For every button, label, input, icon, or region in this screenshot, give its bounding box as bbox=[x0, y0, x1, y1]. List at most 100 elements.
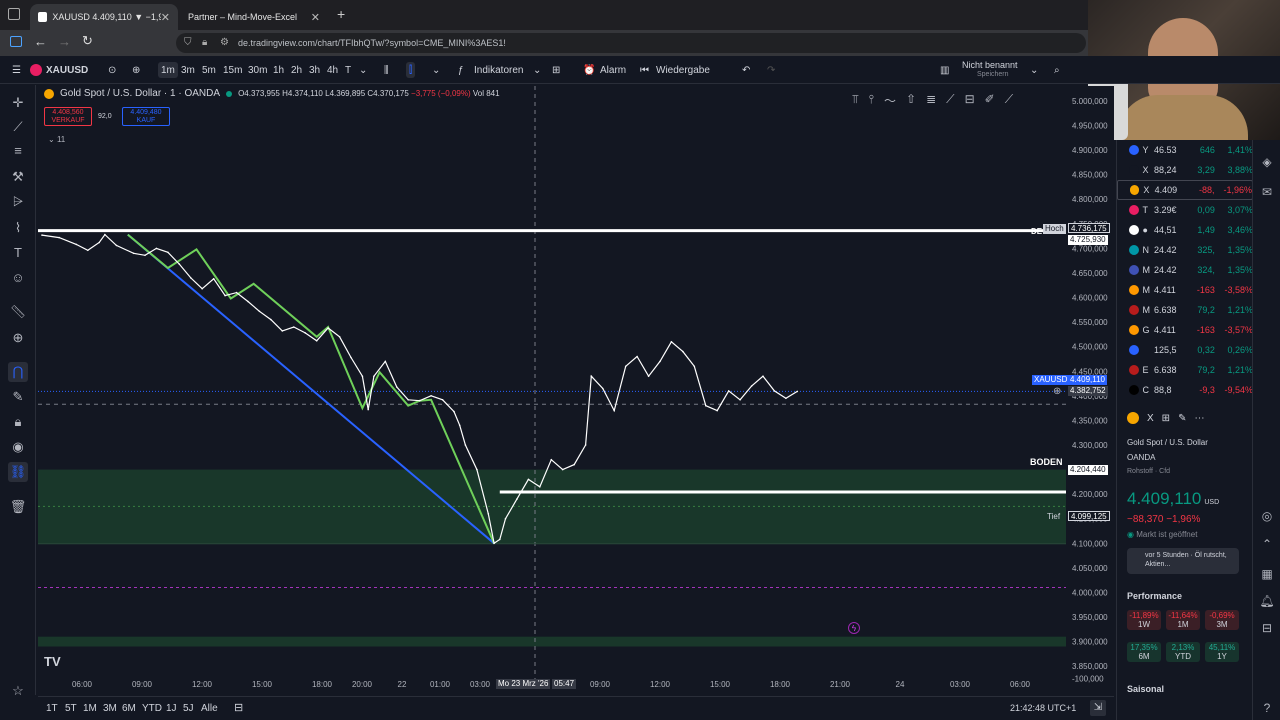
watchlist-row[interactable]: M 24.42 324, 1,35% bbox=[1117, 260, 1253, 280]
performance-cell[interactable]: 2,13% YTD bbox=[1166, 642, 1200, 662]
wave-icon[interactable]: 〜 bbox=[884, 92, 896, 112]
watchlist-row[interactable]: T 3.29€ 0,09 3,07% bbox=[1117, 200, 1253, 220]
ruler-icon[interactable]: 📏︎ bbox=[8, 302, 28, 322]
details-name[interactable]: Gold Spot / U.S. Dollar bbox=[1127, 438, 1208, 447]
target-icon[interactable]: ◎ bbox=[1259, 508, 1275, 524]
range-6m[interactable]: 6M bbox=[122, 703, 136, 714]
forward-icon[interactable]: → bbox=[58, 34, 71, 49]
interval-1h[interactable]: 1h bbox=[273, 62, 284, 78]
watchlist-row[interactable]: N 24.42 325, 1,35% bbox=[1117, 240, 1253, 260]
interval-3m[interactable]: 3m bbox=[181, 62, 195, 78]
redo-icon[interactable]: ↷ bbox=[767, 62, 775, 78]
close-tab-icon[interactable]: ✕ bbox=[311, 11, 320, 24]
site-settings-icon[interactable]: ⚙ bbox=[220, 37, 229, 48]
alarm-button[interactable]: Alarm bbox=[600, 62, 626, 78]
layout-name[interactable]: Nicht benannt bbox=[962, 60, 1018, 70]
performance-cell[interactable]: 17,35% 6M bbox=[1127, 642, 1161, 662]
watchlist-row[interactable]: Y 46.53 646 1,41% bbox=[1117, 140, 1253, 160]
chat-icon[interactable]: ✉ bbox=[1259, 184, 1275, 200]
sell-button[interactable]: 4.408,560 VERKAUF bbox=[44, 107, 92, 126]
range-1m[interactable]: 1M bbox=[83, 703, 97, 714]
interval-5m[interactable]: 5m bbox=[202, 62, 216, 78]
interval-1m[interactable]: 1m bbox=[158, 62, 178, 78]
candles-icon[interactable]: ⫿ bbox=[406, 62, 416, 78]
news-card[interactable]: vor 5 Stunden · Öl rutscht, Aktien... bbox=[1127, 548, 1239, 574]
watchlist-row[interactable]: M 4.411 -163 -3,58% bbox=[1117, 280, 1253, 300]
watchlist-row[interactable]: C 88,8 -9,3 -9,54% bbox=[1117, 380, 1253, 400]
notifications-icon[interactable]: 🔔︎ bbox=[1259, 593, 1275, 609]
link-icon[interactable]: ⛓ bbox=[8, 462, 28, 482]
layers-icon[interactable]: ◈ bbox=[1259, 154, 1275, 170]
range-1y[interactable]: 1J bbox=[166, 703, 177, 714]
layout-icon[interactable]: ▥ bbox=[940, 62, 949, 78]
interval-30m[interactable]: 30m bbox=[248, 62, 267, 78]
more-icon[interactable]: ⋯ bbox=[1194, 413, 1204, 424]
chevron-down-icon[interactable]: ⌄ bbox=[533, 62, 541, 78]
symbol-search[interactable]: XAUUSD bbox=[46, 62, 88, 78]
watchlist-row[interactable]: X 4.409 -88, -1,96% bbox=[1117, 180, 1253, 200]
symbol-settings-icon[interactable]: ⊙ bbox=[108, 62, 116, 78]
replay-button[interactable]: Wiedergabe bbox=[656, 62, 710, 78]
price-chart[interactable]: 5.000,0004.950,0004.900,0004.850,0004.80… bbox=[38, 86, 1114, 693]
layout-save[interactable]: Speichern bbox=[977, 71, 1009, 78]
browser-tab[interactable]: Partner – Mind-Move-Excel ✕ bbox=[180, 4, 328, 30]
performance-cell[interactable]: -0,69% 3M bbox=[1205, 610, 1239, 630]
watchlist-row[interactable]: 125,5 0,32 0,26% bbox=[1117, 340, 1253, 360]
legend-title[interactable]: Gold Spot / U.S. Dollar · 1 · OANDA bbox=[60, 88, 220, 99]
sidebar-icon[interactable] bbox=[10, 36, 22, 47]
watchlist-row[interactable]: ● 44,51 1,49 3,46% bbox=[1117, 220, 1253, 240]
close-tab-icon[interactable]: ✕ bbox=[161, 11, 170, 24]
magnet-icon[interactable]: ⋂ bbox=[8, 362, 28, 382]
pattern-icon[interactable]: ⌇ bbox=[8, 218, 28, 238]
performance-cell[interactable]: -11,89% 1W bbox=[1127, 610, 1161, 630]
line-icon[interactable]: ⟋ bbox=[1005, 92, 1013, 112]
alarm-icon[interactable]: ⏰ bbox=[583, 62, 595, 78]
date-range-icon[interactable]: ⊟ bbox=[234, 701, 243, 714]
indicator-count[interactable]: ⌄ 11 bbox=[48, 135, 65, 144]
search-icon[interactable]: ⌕ bbox=[1054, 62, 1060, 78]
range-1d[interactable]: 1T bbox=[46, 703, 58, 714]
interval-tick[interactable]: T bbox=[345, 62, 351, 78]
indicators-button[interactable]: Indikatoren bbox=[474, 62, 523, 78]
range-5d[interactable]: 5T bbox=[65, 703, 77, 714]
performance-cell[interactable]: -11,64% 1M bbox=[1166, 610, 1200, 630]
buy-button[interactable]: 4.409,480 KAUF bbox=[122, 107, 170, 126]
seasonal-title[interactable]: Saisonal bbox=[1127, 684, 1164, 694]
crosshair-icon[interactable]: ✛ bbox=[8, 93, 28, 113]
replay-icon[interactable]: ⏮ bbox=[640, 62, 649, 78]
tab-actions-icon[interactable] bbox=[8, 8, 20, 20]
interval-4h[interactable]: 4h bbox=[327, 62, 338, 78]
path-icon[interactable]: ⟋ bbox=[946, 92, 954, 112]
chevron-down-icon[interactable]: ⌄ bbox=[1030, 62, 1038, 78]
reload-icon[interactable]: ↻ bbox=[82, 33, 93, 49]
undo-icon[interactable]: ↶ bbox=[742, 62, 750, 78]
lock-icon[interactable]: 🔒︎ bbox=[8, 412, 28, 432]
edit-icon[interactable]: ✎ bbox=[1178, 413, 1186, 424]
chevron-down-icon[interactable]: ⌄ bbox=[359, 62, 367, 78]
pitchfork-icon[interactable]: ⚒ bbox=[8, 167, 28, 187]
lightning-icon[interactable]: ϟ bbox=[848, 622, 860, 634]
new-tab-icon[interactable]: + bbox=[337, 6, 345, 22]
fib-icon[interactable]: ⩥ bbox=[8, 192, 28, 212]
zoom-icon[interactable]: ⊕ bbox=[8, 328, 28, 348]
ideas-icon[interactable]: ⊟ bbox=[1259, 620, 1275, 636]
url-field[interactable]: ⛉ 🔒︎ ⚙ de.tradingview.com/chart/TFIbhQTw… bbox=[176, 33, 1086, 53]
bar-type-icon[interactable]: ⫼ bbox=[384, 62, 389, 78]
horizontal-lines-icon[interactable]: ≡ bbox=[8, 141, 28, 161]
arrow-up-icon[interactable]: ⇧ bbox=[906, 92, 916, 112]
help-icon[interactable]: ? bbox=[1259, 700, 1275, 716]
watchlist-row[interactable]: G 4.411 -163 -3,57% bbox=[1117, 320, 1253, 340]
avatar[interactable] bbox=[30, 64, 42, 76]
performance-title[interactable]: Performance bbox=[1127, 591, 1182, 601]
back-icon[interactable]: ← bbox=[34, 34, 47, 49]
chevrons-icon[interactable]: ⌃ bbox=[1259, 536, 1275, 552]
text-cursor-icon[interactable]: ⫪ bbox=[852, 92, 859, 112]
trendline-icon[interactable]: ⟋ bbox=[8, 117, 28, 137]
brush-icon[interactable]: ✐ bbox=[985, 92, 995, 112]
browser-tab-active[interactable]: XAUUSD 4.409,110 ▼ −1,96% I ✕ bbox=[30, 4, 178, 30]
fullscreen-icon[interactable]: ⇲ bbox=[1090, 700, 1106, 716]
watchlist-row[interactable]: E 6.638 79,2 1,21% bbox=[1117, 360, 1253, 380]
calendar-icon[interactable]: ▦ bbox=[1259, 566, 1275, 582]
chevron-down-icon[interactable]: ⌄ bbox=[432, 62, 440, 78]
menu-icon[interactable]: ☰ bbox=[12, 62, 21, 78]
